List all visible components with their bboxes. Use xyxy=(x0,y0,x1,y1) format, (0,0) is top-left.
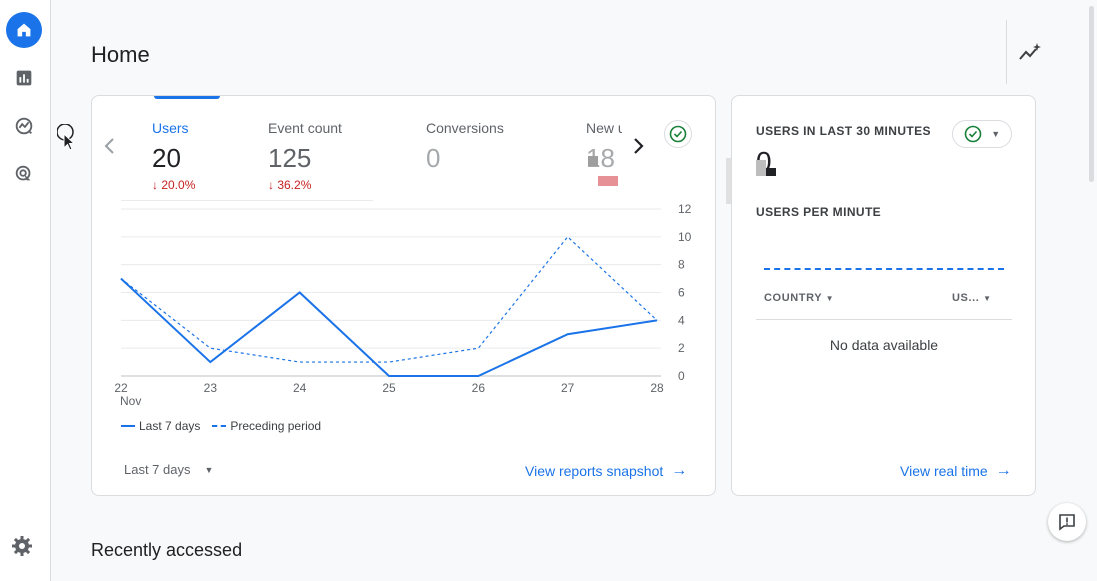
explore-nav-button[interactable] xyxy=(6,108,42,144)
link-label: View real time xyxy=(900,463,988,479)
date-range-select[interactable]: Last 7 days ▼ xyxy=(124,462,213,477)
series-line-last-7-days xyxy=(120,277,658,377)
loading-placeholder xyxy=(766,168,776,176)
link-label: View reports snapshot xyxy=(525,463,664,479)
check-circle-icon xyxy=(964,125,982,143)
insights-button[interactable] xyxy=(1015,38,1045,68)
left-nav-rail xyxy=(0,0,51,581)
caret-down-icon: ▼ xyxy=(991,129,1001,139)
legend-item-previous: Preceding period xyxy=(212,419,321,433)
realtime-subtitle: USERS PER MINUTE xyxy=(756,205,882,219)
arrow-right-icon: → xyxy=(995,462,1012,479)
series-line-preceding-period xyxy=(120,235,658,363)
advertising-nav-button[interactable] xyxy=(6,156,42,192)
x-tick-label: 26 xyxy=(472,381,486,395)
recently-accessed-heading: Recently accessed xyxy=(91,540,243,560)
y-tick-label: 2 xyxy=(678,341,685,355)
y-tick-label: 0 xyxy=(678,369,685,383)
x-tick-label: 25 xyxy=(382,381,396,395)
legend-swatch-solid xyxy=(121,425,135,427)
x-tick-label: 28 xyxy=(650,381,664,395)
caret-down-icon: ▼ xyxy=(825,294,835,303)
explore-icon xyxy=(15,117,33,135)
mouse-cursor-icon xyxy=(57,124,76,151)
x-tick-label: 23 xyxy=(204,381,218,395)
legend-swatch-dashed xyxy=(212,425,227,427)
feedback-icon xyxy=(1059,514,1075,531)
country-column-header[interactable]: COUNTRY ▼ xyxy=(764,292,834,304)
loading-placeholder xyxy=(756,160,766,176)
arrow-right-icon: → xyxy=(671,462,688,479)
home-nav-button[interactable] xyxy=(6,12,42,48)
column-label: US... xyxy=(952,292,980,304)
realtime-title: USERS IN LAST 30 MINUTES xyxy=(756,124,931,138)
reports-nav-button[interactable] xyxy=(6,60,42,96)
overview-card: Users 20 ↓ 20.0% Event count 125 ↓ 36.2%… xyxy=(91,95,735,496)
gear-icon[interactable] xyxy=(10,534,34,558)
y-tick-label: 8 xyxy=(678,258,685,272)
caret-down-icon: ▼ xyxy=(983,294,992,303)
y-tick-label: 12 xyxy=(678,202,692,216)
page-title: Home xyxy=(91,42,150,67)
empty-state-text: No data available xyxy=(829,337,939,353)
x-tick-label: 27 xyxy=(561,381,575,395)
legend-label: Preceding period xyxy=(230,419,322,433)
column-label: COUNTRY xyxy=(764,292,822,304)
view-reports-snapshot-link[interactable]: View reports snapshot → xyxy=(525,462,687,480)
chart-legend: Last 7 days Preceding period xyxy=(121,419,333,433)
feedback-button[interactable] xyxy=(1048,503,1086,541)
insights-sparkle-icon xyxy=(1019,43,1041,60)
header-divider xyxy=(1006,20,1007,84)
users-per-minute-line xyxy=(764,268,1004,270)
x-tick-label: 24 xyxy=(293,381,307,395)
main-content: Home Users 20 ↓ 20.0% Event count 125 ↓ … xyxy=(51,0,1097,581)
y-tick-label: 6 xyxy=(678,286,685,300)
x-tick-sublabel: Nov xyxy=(120,394,141,408)
view-real-time-link[interactable]: View real time → xyxy=(900,462,1012,480)
realtime-compare-button[interactable]: ▼ xyxy=(952,120,1012,148)
home-icon xyxy=(17,23,31,37)
y-tick-label: 4 xyxy=(678,313,685,327)
realtime-table-header: COUNTRY ▼ US... ▼ xyxy=(756,292,1012,320)
legend-item-current: Last 7 days xyxy=(121,419,200,433)
legend-label: Last 7 days xyxy=(139,419,201,433)
page-scrollbar[interactable] xyxy=(1089,6,1094,182)
users-line-chart: 12 10 8 6 4 2 0 22 23 24 25 26 27 28 Nov xyxy=(114,202,692,408)
x-tick-label: 22 xyxy=(114,381,128,395)
realtime-card: USERS IN LAST 30 MINUTES ▼ 0 USERS PER M… xyxy=(731,95,1036,496)
caret-down-icon: ▼ xyxy=(204,464,214,475)
y-tick-label: 10 xyxy=(678,230,692,244)
users-column-header[interactable]: US... ▼ xyxy=(952,292,992,304)
date-range-label: Last 7 days xyxy=(124,462,191,477)
target-icon xyxy=(15,165,31,181)
bar-chart-icon xyxy=(16,70,32,86)
